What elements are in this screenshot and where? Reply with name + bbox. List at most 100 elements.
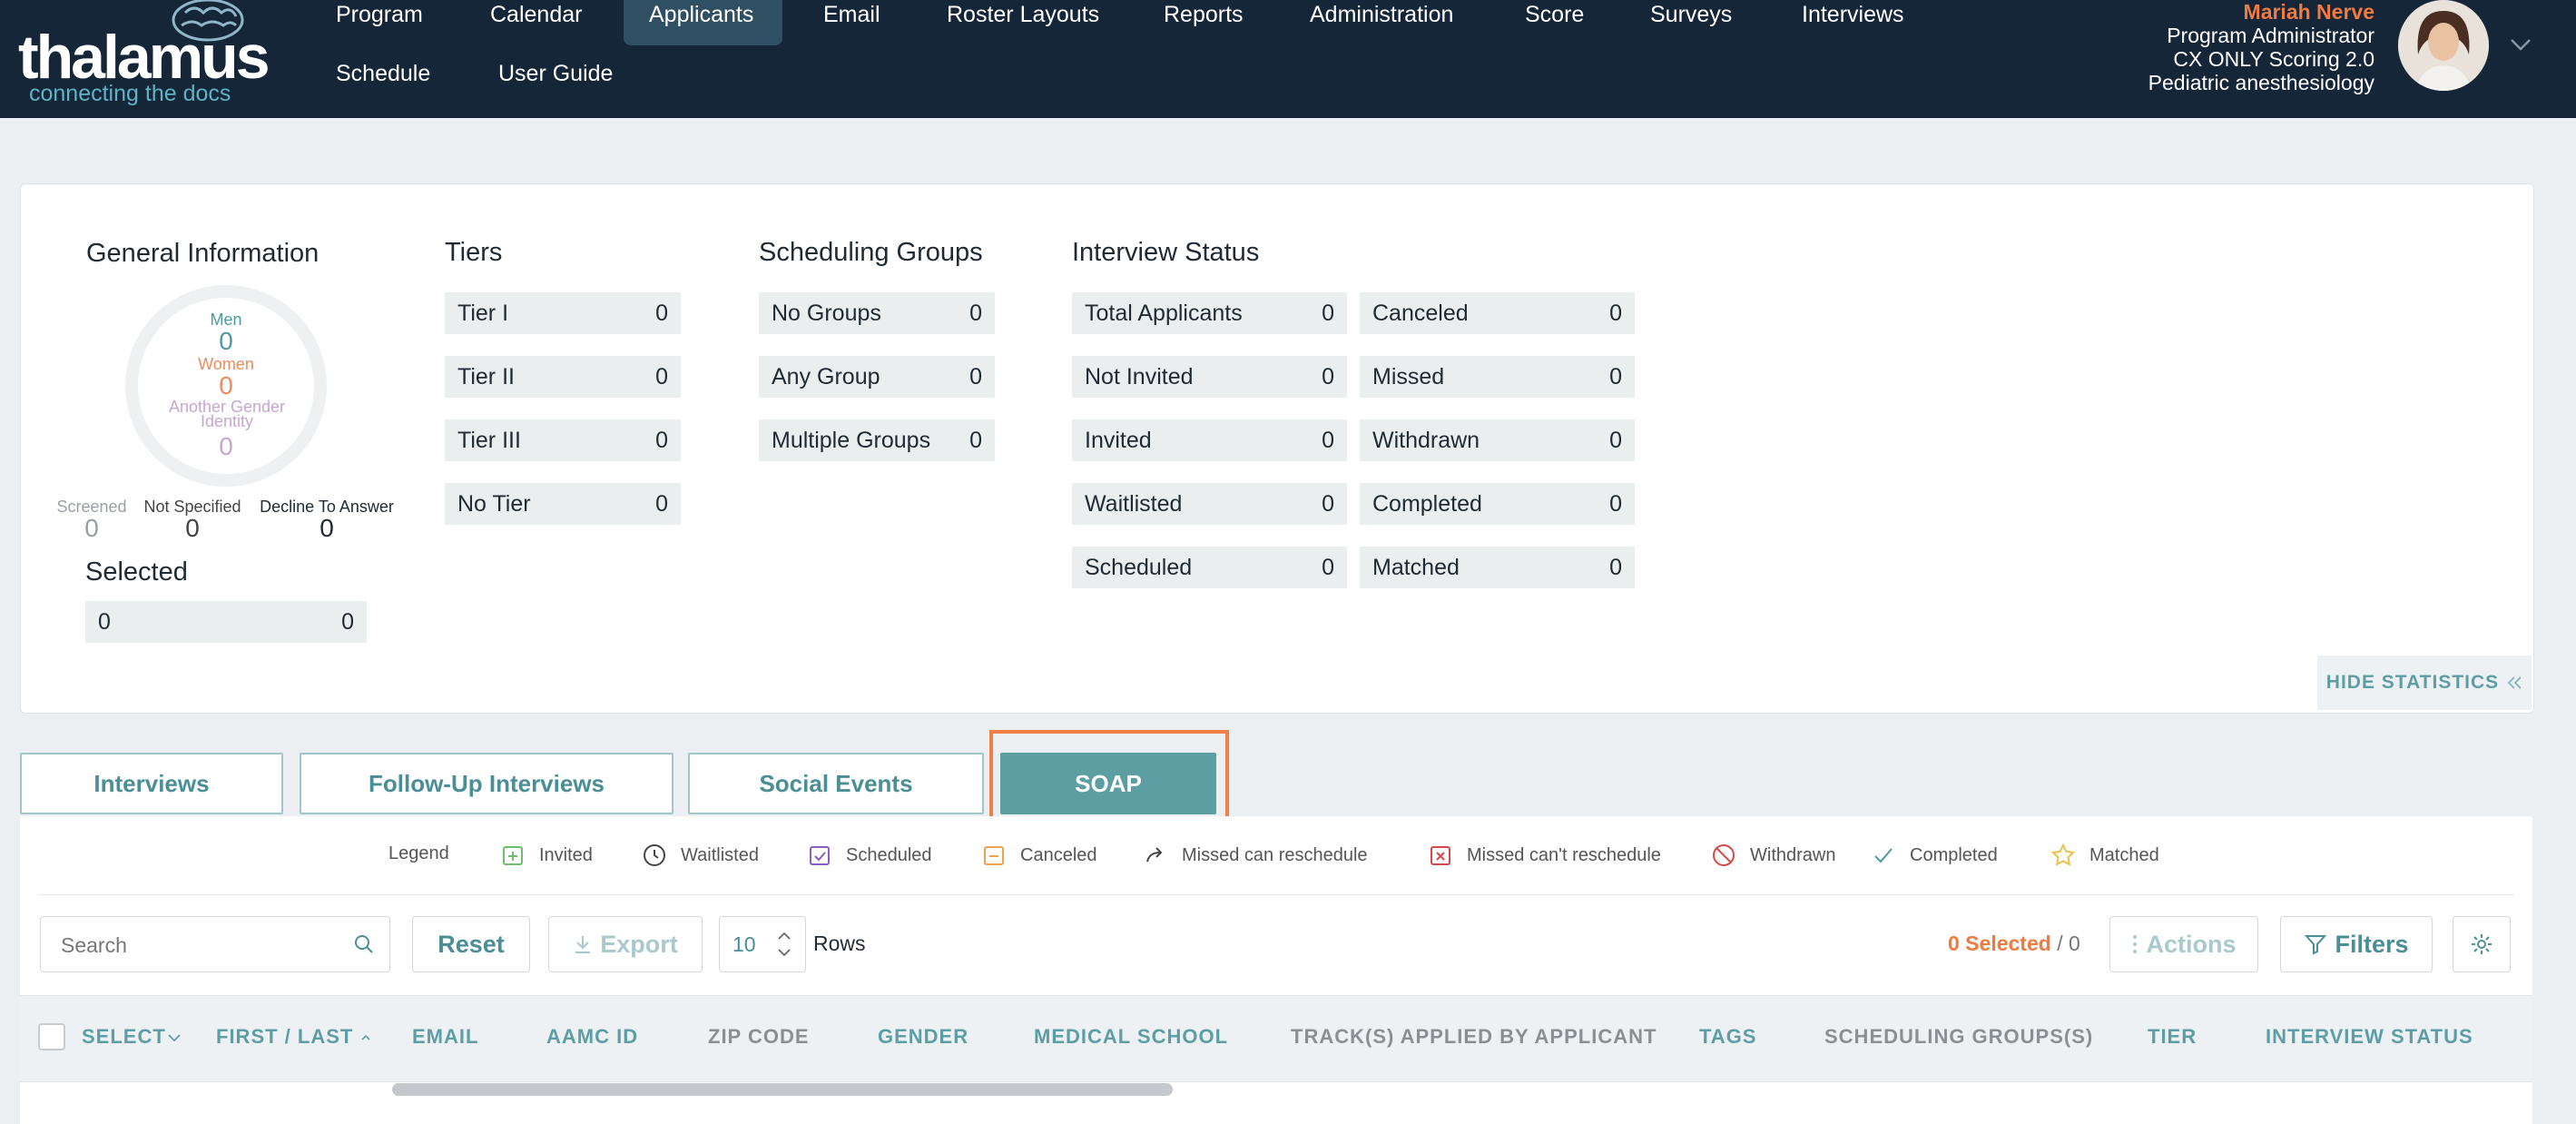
horizontal-scrollbar[interactable]: [392, 1083, 1173, 1096]
status-row: Completed 0: [1360, 483, 1635, 525]
search-input[interactable]: [59, 917, 335, 973]
double-chevron-left-icon: [2507, 676, 2522, 689]
tab-interviews[interactable]: Interviews: [20, 753, 283, 814]
decline-value: 0: [320, 514, 334, 542]
avatar[interactable]: [2398, 0, 2489, 91]
group-row: Multiple Groups 0: [759, 419, 995, 461]
column-gender[interactable]: GENDER: [878, 1025, 968, 1049]
search-icon[interactable]: [353, 933, 375, 955]
other-gender-label: Another Gender Identity: [168, 398, 286, 430]
status-legend: Legend Invited Waitlisted Scheduled Canc…: [20, 816, 2532, 894]
table-header-row: SELECT FIRST / LAST EMAIL AAMC ID ZIP CO…: [20, 995, 2532, 1082]
scheduling-groups-title: Scheduling Groups: [759, 238, 983, 267]
column-scheduling-groups[interactable]: SCHEDULING GROUPS(S): [1824, 1025, 2093, 1049]
tier-value: 0: [655, 363, 668, 389]
column-email[interactable]: EMAIL: [412, 1025, 478, 1049]
table-settings-button[interactable]: [2453, 916, 2511, 972]
hide-statistics-label: HIDE STATISTICS: [2325, 672, 2500, 693]
tier-row: Tier I 0: [445, 292, 681, 334]
status-label: Completed: [1372, 490, 1482, 517]
filters-button[interactable]: Filters: [2280, 916, 2433, 972]
nav-program[interactable]: Program: [336, 1, 423, 28]
tier-value: 0: [655, 490, 668, 517]
status-label: Not Invited: [1085, 363, 1194, 389]
column-tags[interactable]: TAGS: [1699, 1025, 1756, 1049]
calendar-minus-icon: [984, 846, 1004, 865]
column-tracks-applied[interactable]: TRACK(S) APPLIED BY APPLICANT: [1291, 1025, 1657, 1049]
column-tier[interactable]: TIER: [2148, 1025, 2197, 1049]
tier-row: Tier II 0: [445, 356, 681, 398]
rows-label: Rows: [813, 932, 866, 955]
status-row: Missed 0: [1360, 356, 1635, 398]
clock-icon: [644, 844, 665, 866]
nav-schedule[interactable]: Schedule: [336, 60, 430, 87]
legend-matched: Matched: [2051, 843, 2159, 867]
nav-applicants[interactable]: Applicants: [649, 1, 753, 28]
column-aamc-id[interactable]: AAMC ID: [546, 1025, 638, 1049]
status-value: 0: [1322, 300, 1334, 326]
selected-title: Selected: [85, 557, 188, 587]
stepper-arrows-icon[interactable]: [776, 926, 792, 962]
reset-button[interactable]: Reset: [412, 916, 530, 972]
legend-title: Legend: [388, 843, 449, 864]
nav-email[interactable]: Email: [823, 1, 880, 28]
interview-status-title: Interview Status: [1072, 238, 1260, 267]
tab-social-events[interactable]: Social Events: [688, 753, 984, 814]
legend-missed-cant-reschedule: Missed can't reschedule: [1429, 843, 1661, 867]
group-value: 0: [969, 363, 982, 389]
select-all-checkbox[interactable]: [38, 1023, 65, 1050]
nav-roster-layouts[interactable]: Roster Layouts: [947, 1, 1099, 28]
rows-per-page-stepper[interactable]: 10: [719, 916, 806, 972]
nav-user-guide[interactable]: User Guide: [498, 60, 613, 87]
legend-label: Missed can't reschedule: [1467, 844, 1661, 865]
nav-administration[interactable]: Administration: [1310, 1, 1453, 28]
status-value: 0: [1322, 554, 1334, 580]
export-label: Export: [600, 930, 678, 958]
search-box[interactable]: [40, 916, 390, 973]
top-header: thalamus connecting the docs Program Cal…: [0, 0, 2576, 118]
avatar-image: [2398, 0, 2489, 91]
status-label: Scheduled: [1085, 554, 1193, 580]
nav-interviews[interactable]: Interviews: [1802, 1, 1904, 28]
column-interview-status[interactable]: INTERVIEW STATUS: [2266, 1025, 2473, 1049]
legend-label: Completed: [1910, 844, 1998, 865]
selected-count-value: 0 Selected: [1948, 932, 2051, 955]
actions-button[interactable]: Actions: [2109, 916, 2258, 972]
export-button[interactable]: Export: [548, 916, 703, 972]
status-row: Invited 0: [1072, 419, 1347, 461]
nav-reports[interactable]: Reports: [1164, 1, 1244, 28]
logo-tagline: connecting the docs: [29, 81, 231, 106]
women-value: 0: [219, 371, 233, 399]
applicants-table-panel: Legend Invited Waitlisted Scheduled Canc…: [20, 816, 2532, 1124]
column-first-last[interactable]: FIRST / LAST: [216, 1025, 372, 1049]
logo-wordmark: thalamus: [18, 23, 270, 92]
status-value: 0: [1609, 363, 1622, 389]
rows-value: 10: [732, 932, 756, 956]
thalamus-logo[interactable]: thalamus connecting the docs: [18, 0, 270, 105]
men-value: 0: [219, 327, 233, 355]
user-info[interactable]: Mariah Nerve Program Administrator CX ON…: [2148, 0, 2374, 94]
nav-calendar[interactable]: Calendar: [490, 1, 582, 28]
group-row: Any Group 0: [759, 356, 995, 398]
hide-statistics-button[interactable]: HIDE STATISTICS: [2317, 656, 2532, 710]
status-row: Scheduled 0: [1072, 547, 1347, 588]
selected-row: 0 0: [85, 601, 367, 643]
column-select[interactable]: SELECT: [82, 1025, 182, 1049]
filter-icon: [2305, 935, 2327, 955]
column-zip-code[interactable]: ZIP CODE: [708, 1025, 810, 1049]
tab-follow-up-interviews[interactable]: Follow-Up Interviews: [300, 753, 673, 814]
column-medical-school[interactable]: MEDICAL SCHOOL: [1034, 1025, 1228, 1049]
general-info-title: General Information: [86, 239, 320, 268]
nav-score[interactable]: Score: [1525, 1, 1584, 28]
status-label: Canceled: [1372, 300, 1469, 326]
status-row: Total Applicants 0: [1072, 292, 1347, 334]
chevron-down-icon[interactable]: [2509, 33, 2532, 54]
legend-waitlisted: Waitlisted: [643, 843, 759, 867]
user-name: Mariah Nerve: [2243, 0, 2374, 24]
group-row: No Groups 0: [759, 292, 995, 334]
nav-surveys[interactable]: Surveys: [1650, 1, 1732, 28]
legend-missed-can-reschedule: Missed can reschedule: [1144, 843, 1368, 867]
download-icon: [575, 936, 591, 953]
legend-divider: [38, 894, 2514, 895]
user-role: Program Administrator: [2167, 24, 2374, 47]
